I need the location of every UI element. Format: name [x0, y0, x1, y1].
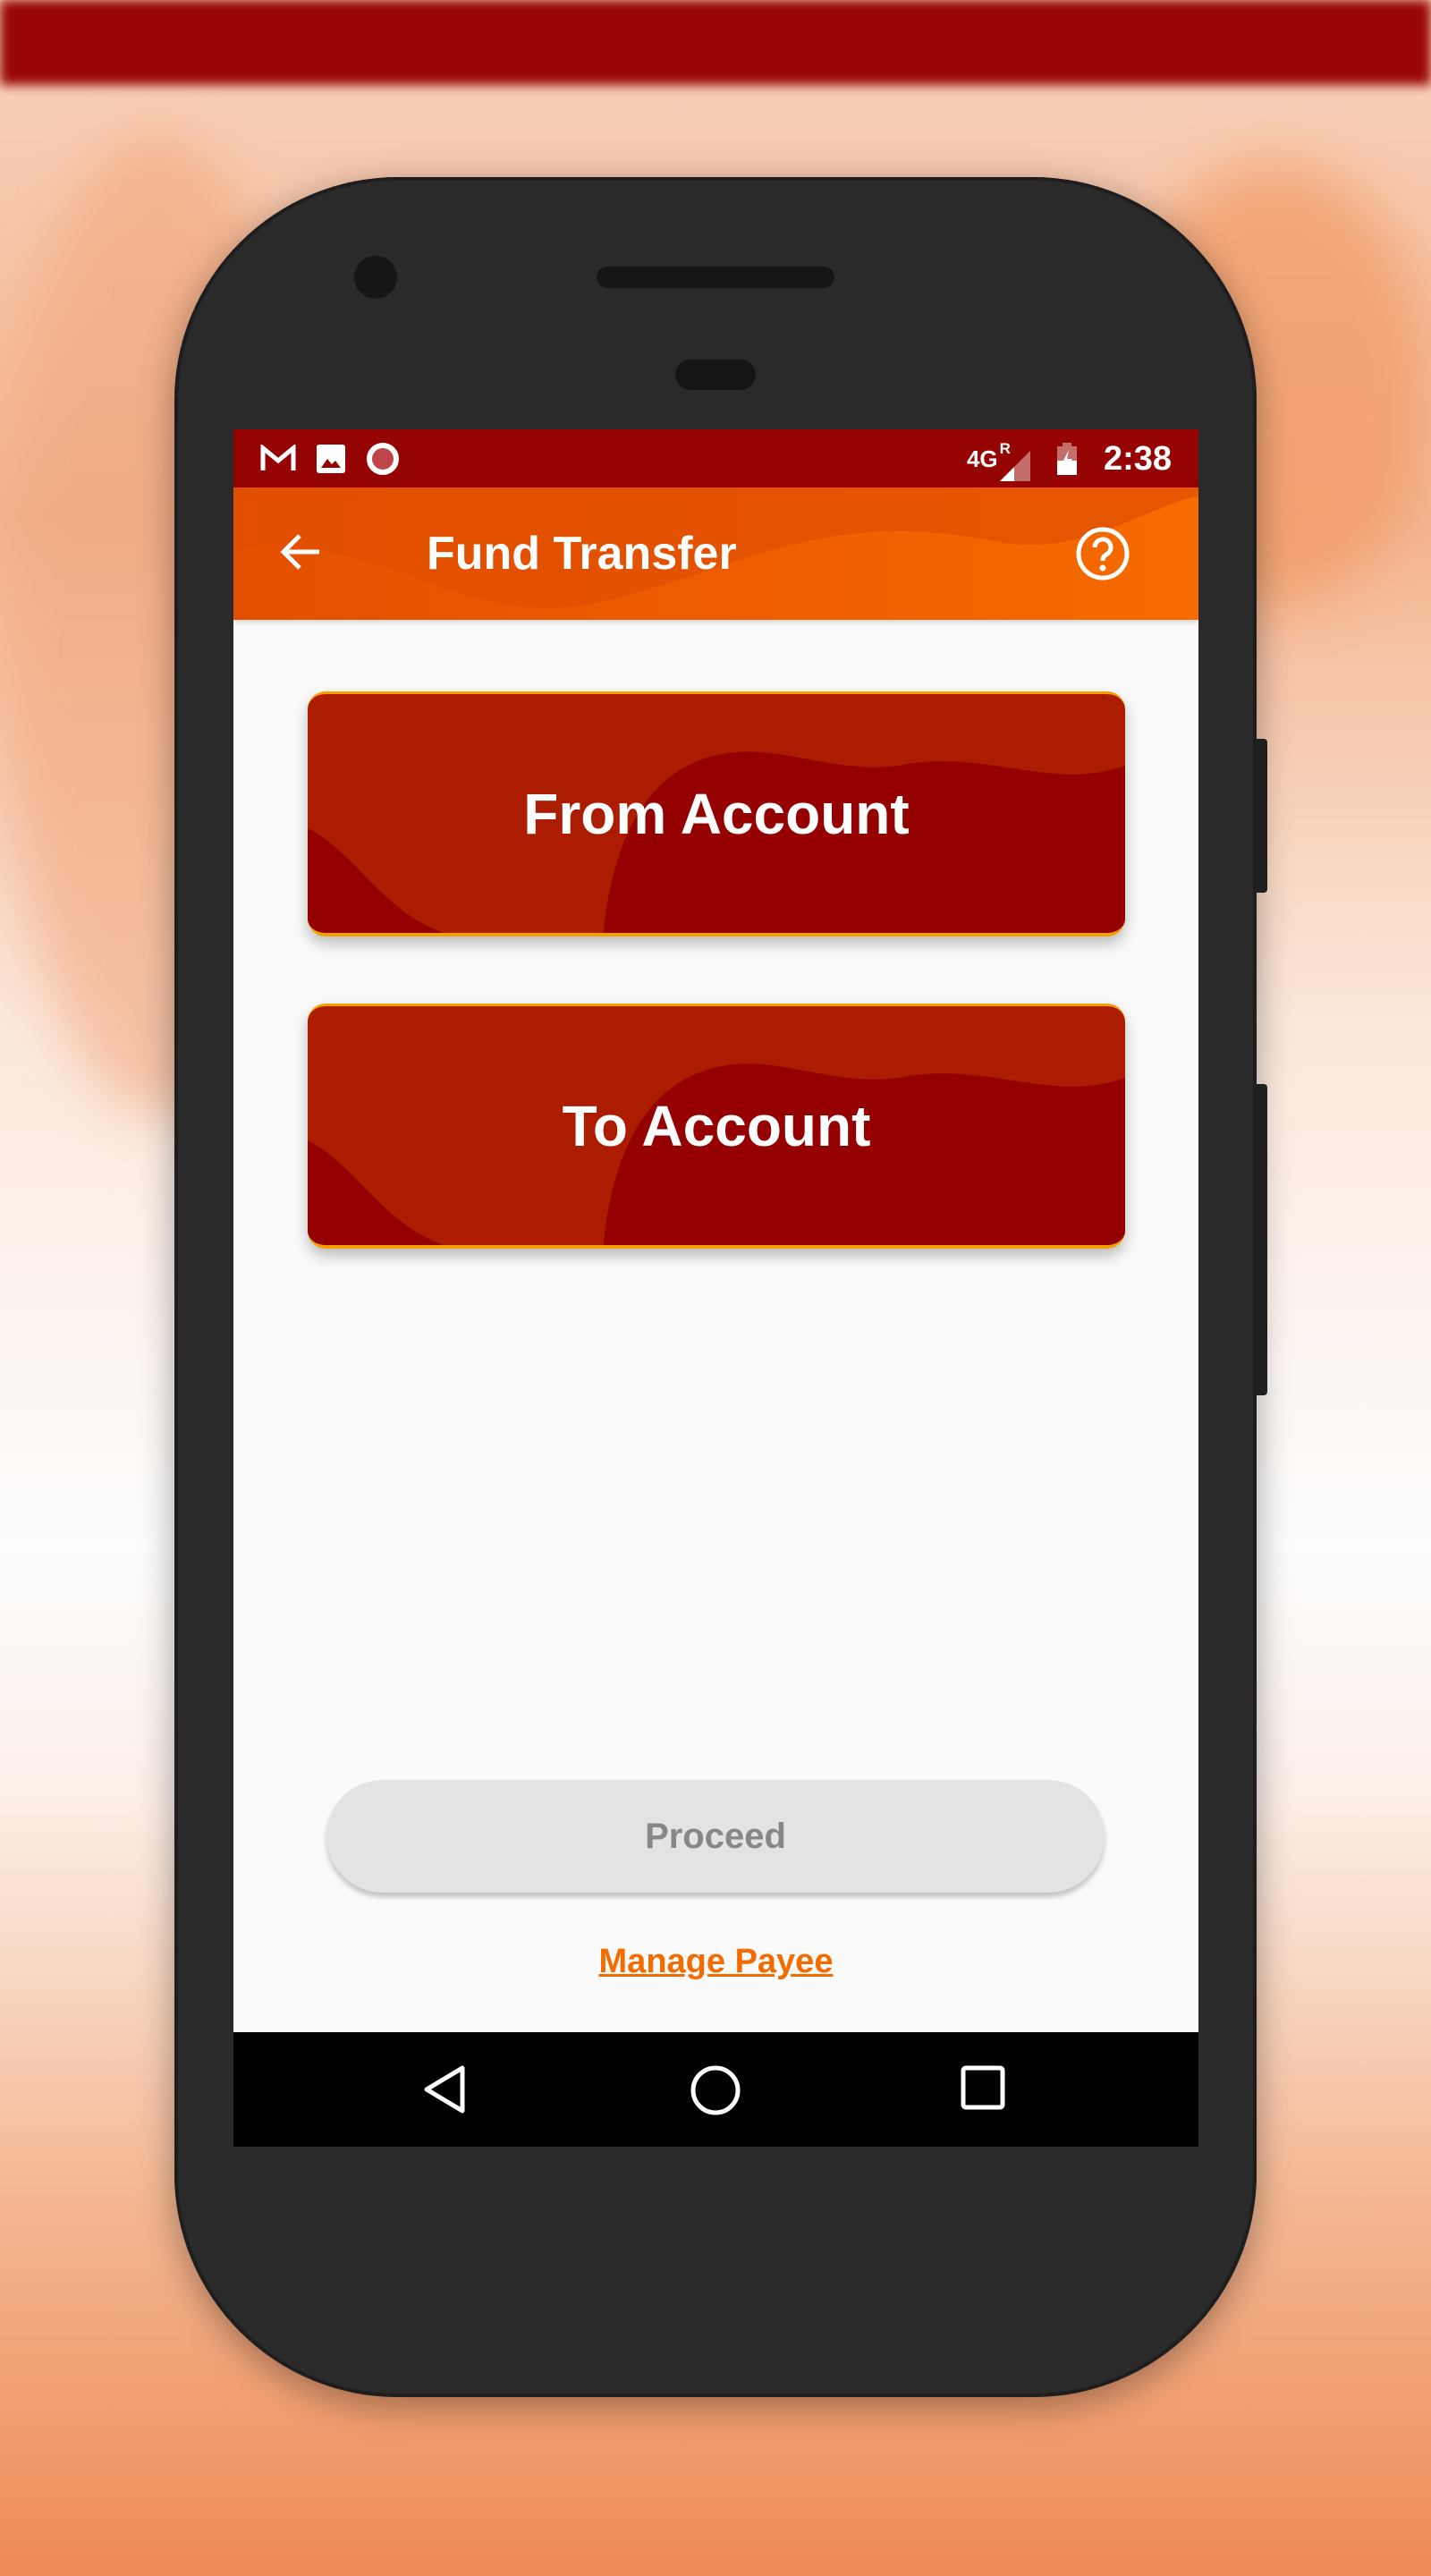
help-icon[interactable]	[1074, 525, 1131, 582]
power-button	[1255, 739, 1267, 893]
from-account-label: From Account	[523, 781, 910, 846]
from-account-card[interactable]: From Account	[308, 691, 1125, 936]
proximity-sensor	[675, 360, 756, 390]
page-title: Fund Transfer	[427, 528, 737, 580]
gmail-icon	[260, 445, 296, 470]
app-bar: Fund Transfer	[233, 487, 1198, 620]
to-account-card[interactable]: To Account	[308, 1004, 1125, 1249]
navigation-bar	[233, 2032, 1198, 2147]
earpiece-speaker	[597, 267, 834, 288]
status-bar: 4G R 2:38	[233, 429, 1198, 487]
signal-icon	[999, 451, 1030, 481]
network-type: 4G	[966, 445, 998, 472]
blurred-background-status-bar	[0, 0, 1431, 85]
app-screen: 4G R 2:38 Fund Transfer From Account To …	[233, 429, 1198, 2147]
clock: 2:38	[1103, 439, 1172, 478]
back-arrow-icon[interactable]	[278, 529, 325, 575]
image-icon	[317, 445, 345, 473]
volume-button	[1255, 1084, 1267, 1395]
record-icon	[367, 443, 399, 475]
battery-charging-icon	[1056, 443, 1077, 475]
to-account-label: To Account	[562, 1093, 871, 1158]
nav-recents-icon[interactable]	[960, 2064, 1006, 2111]
manage-payee-link[interactable]: Manage Payee	[233, 1943, 1198, 1981]
nav-home-icon[interactable]	[690, 2064, 741, 2116]
front-camera	[354, 256, 397, 299]
proceed-button[interactable]: Proceed	[326, 1780, 1105, 1893]
nav-back-icon[interactable]	[421, 2064, 471, 2114]
